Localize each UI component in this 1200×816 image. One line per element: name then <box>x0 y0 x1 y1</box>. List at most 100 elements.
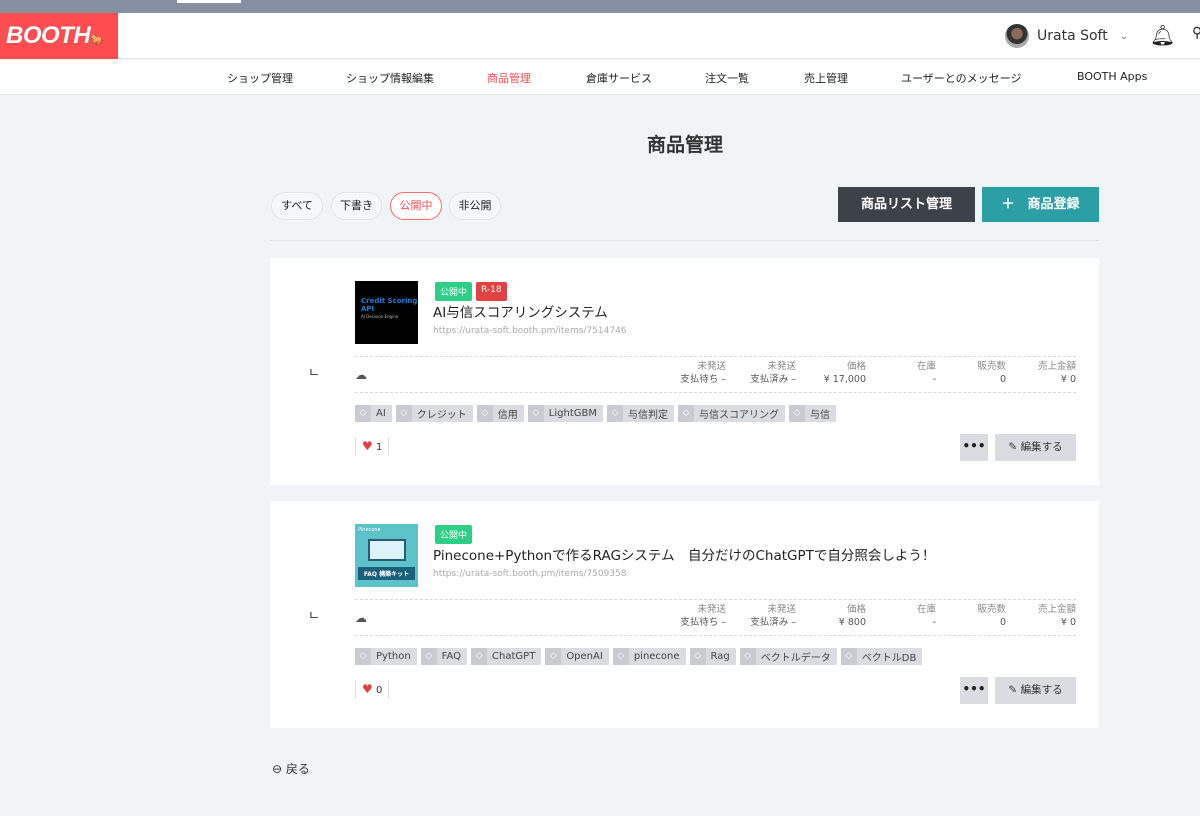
drag-handle-icon[interactable]: ㄴ <box>308 605 320 624</box>
drag-handle-icon[interactable]: ㄴ <box>308 362 320 381</box>
edit-label: 編集する <box>1020 684 1063 696</box>
filter-public[interactable]: 公開中 <box>390 192 442 220</box>
filter-all[interactable]: すべて <box>271 192 323 220</box>
more-button[interactable]: ••• <box>960 677 988 704</box>
stats: 未発送 支払待ち – 未発送 支払済み – 価格 ¥ 17,000 在庫 - 販売数 0 … <box>656 360 1076 386</box>
tag-icon: ◇ <box>789 405 805 422</box>
stat-label: 未発送 <box>697 604 726 615</box>
tag-icon: ◇ <box>545 648 562 665</box>
filter-draft[interactable]: 下書き <box>331 192 382 220</box>
product-url[interactable]: https://urata-soft.booth.pm/items/751474… <box>433 326 627 336</box>
pencil-icon: ✎ <box>1008 684 1018 696</box>
nav-warehouse[interactable]: 倉庫サービス <box>586 70 652 86</box>
stat-value: ¥ 0 <box>1060 374 1076 385</box>
tag[interactable]: ◇ pinecone <box>612 648 686 665</box>
nav-messages[interactable]: ユーザーとのメッセージ <box>901 70 1021 86</box>
edit-button[interactable]: ✎ 編集する <box>995 434 1076 461</box>
tag[interactable]: ◇ OpenAI <box>545 648 609 665</box>
tag[interactable]: ◇ ChatGPT <box>471 648 542 665</box>
tag-icon: ◇ <box>527 405 544 422</box>
item-list-manage-button[interactable]: 商品リスト管理 <box>838 187 975 222</box>
tag[interactable]: ◇ クレジット <box>395 405 473 422</box>
product-thumbnail[interactable]: Credit Scoring API AI Decision Engine <box>355 281 418 344</box>
tag[interactable]: ◇ Python <box>355 648 417 665</box>
tag-label: クレジット <box>416 410 467 421</box>
thumbnail-text: Credit Scoring API <box>361 297 418 313</box>
tag-label: 与信スコアリング <box>699 410 779 421</box>
monitor-graphic <box>367 539 406 561</box>
nav-shop-info[interactable]: ショップ情報編集 <box>346 70 434 86</box>
stat-price: 価格 ¥ 17,000 <box>796 360 866 386</box>
tag-label: ベクトルデータ <box>760 653 831 664</box>
stat-label: 未発送 <box>767 604 796 615</box>
tag-icon: ◇ <box>395 405 412 422</box>
nav-items[interactable]: 商品管理 <box>487 70 531 86</box>
divider <box>355 392 1076 393</box>
stat-label: 販売数 <box>977 604 1006 615</box>
stat-label: 売上金額 <box>1037 604 1076 615</box>
search-icon[interactable]: ⚲ <box>1192 25 1200 41</box>
pencil-icon: ✎ <box>1008 441 1018 453</box>
avatar <box>1005 24 1029 48</box>
stat-value: ¥ 800 <box>838 617 866 628</box>
filter-private[interactable]: 非公開 <box>449 192 501 220</box>
edit-button[interactable]: ✎ 編集する <box>995 677 1076 704</box>
tag-label: Python <box>376 651 411 662</box>
thumbnail-text: Pinecone <box>358 527 381 533</box>
likes: ♥ 1 <box>355 438 390 455</box>
likes: ♥ 0 <box>355 681 390 698</box>
back-link[interactable]: ⊖ 戻る <box>272 760 310 777</box>
back-arrow-icon: ⊖ <box>272 762 283 776</box>
divider <box>355 599 1076 600</box>
nav-sales[interactable]: 売上管理 <box>804 70 848 86</box>
stat-value: 支払済み – <box>750 617 796 628</box>
rating-badge: R-18 <box>476 282 507 301</box>
tag[interactable]: ◇ LightGBM <box>527 405 603 422</box>
tag-icon: ◇ <box>476 405 493 422</box>
like-count: 1 <box>375 442 383 453</box>
bell-icon[interactable]: 🔔︎ <box>1150 23 1175 47</box>
product-title[interactable]: Pinecone+Pythonで作るRAGシステム 自分だけのChatGPTで自… <box>433 544 935 564</box>
tag[interactable]: ◇ 与信判定 <box>607 405 674 422</box>
tag[interactable]: ◇ Rag <box>689 648 736 665</box>
nav-orders[interactable]: 注文一覧 <box>705 70 749 86</box>
booth-logo[interactable]: BOOTH🐎 <box>0 13 118 59</box>
stat-value: - <box>932 374 936 385</box>
user-menu[interactable]: Urata Soft ⌄ <box>1005 24 1128 48</box>
tag[interactable]: ◇ ベクトルDB <box>840 648 923 665</box>
logo-mark-icon: 🐎 <box>90 34 104 46</box>
page-title: 商品管理 <box>646 134 723 156</box>
stat-sold: 販売数 0 <box>936 360 1006 386</box>
more-button[interactable]: ••• <box>960 434 988 461</box>
nav-shop-manage[interactable]: ショップ管理 <box>227 70 293 86</box>
tag-label: FAQ <box>441 651 462 662</box>
stat-price: 価格 ¥ 800 <box>796 603 866 629</box>
tag[interactable]: ◇ 信用 <box>476 405 524 422</box>
badges: 公開中 <box>435 525 473 544</box>
product-thumbnail[interactable]: Pinecone FAQ 構築キット <box>355 524 418 587</box>
product-card: ㄴ Credit Scoring API AI Decision Engine 公開… <box>270 258 1099 485</box>
stat-unshipped-paid: 未発送 支払済み – <box>726 360 796 386</box>
product-url[interactable]: https://urata-soft.booth.pm/items/750935… <box>433 569 627 579</box>
tag-icon: ◇ <box>471 648 488 665</box>
stat-label: 販売数 <box>977 361 1006 372</box>
stat-value: 支払待ち – <box>680 374 726 385</box>
nav-booth-apps[interactable]: BOOTH Apps <box>1077 70 1147 83</box>
tag[interactable]: ◇ FAQ <box>420 648 468 665</box>
status-badge: 公開中 <box>435 525 473 544</box>
product-title[interactable]: AI与信スコアリングシステム <box>433 301 608 321</box>
tag[interactable]: ◇ ベクトルデータ <box>739 648 837 665</box>
tag[interactable]: ◇ 与信スコアリング <box>678 405 785 422</box>
tag[interactable]: ◇ 与信 <box>789 405 836 422</box>
cloud-download-icon: ☁ <box>355 611 367 625</box>
tag-label: pinecone <box>633 651 680 662</box>
stat-revenue: 売上金額 ¥ 0 <box>1006 603 1076 629</box>
status-badge: 公開中 <box>435 282 473 301</box>
browser-tab[interactable] <box>177 0 241 3</box>
tag[interactable]: ◇ AI <box>355 405 392 422</box>
register-item-button[interactable]: ＋ 商品登録 <box>982 187 1099 222</box>
tag-icon: ◇ <box>355 648 371 665</box>
stat-label: 未発送 <box>767 361 796 372</box>
tag-label: Rag <box>710 651 730 662</box>
user-name: Urata Soft <box>1037 28 1108 44</box>
